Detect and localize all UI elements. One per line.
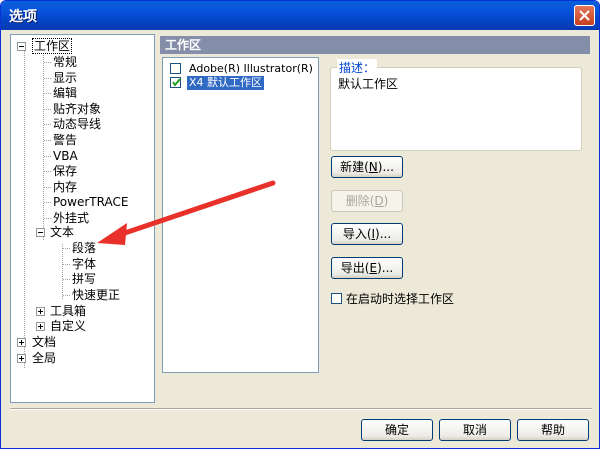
startup-checkbox-label: 在启动时选择工作区 xyxy=(346,292,455,306)
tree-item[interactable]: 常规 xyxy=(44,54,78,70)
tree-connector xyxy=(44,218,51,219)
expand-icon[interactable] xyxy=(36,322,45,331)
tree-item-label: 全局 xyxy=(32,351,57,365)
tree-connector xyxy=(44,202,51,204)
export-button[interactable]: 导出(E)... xyxy=(331,257,403,279)
tree-item[interactable]: 贴齐对象 xyxy=(44,101,102,117)
tree-item[interactable]: 保存 xyxy=(44,163,78,179)
tree-connector xyxy=(63,263,70,265)
expand-icon[interactable] xyxy=(17,354,26,363)
tree-connector xyxy=(44,124,51,126)
tree-item[interactable]: 拼写 xyxy=(63,271,97,287)
tree-connector xyxy=(62,244,63,299)
options-dialog: 选项 工作区 常规 显示 编辑 贴齐对象 动态导线 警告 VBA 保存 内存 PowerTRACE… xyxy=(0,0,600,449)
tree-item-label: 文档 xyxy=(32,335,57,349)
description-label: 描述： xyxy=(337,59,378,76)
close-icon xyxy=(579,10,590,21)
tree-item[interactable]: 快速更正 xyxy=(63,287,121,303)
tree-item-label: 警告 xyxy=(53,133,78,147)
checkmark-icon xyxy=(172,78,181,87)
tree-item[interactable]: 内存 xyxy=(44,179,78,195)
tree-item[interactable]: 警告 xyxy=(44,132,78,148)
tree-item-label: 内存 xyxy=(53,179,78,194)
tree-connector xyxy=(43,55,44,240)
tree-item-label: 外挂式 xyxy=(53,211,90,225)
window-title: 选项 xyxy=(9,9,37,25)
tree-connector xyxy=(44,155,51,157)
tree-item-label: VBA xyxy=(53,148,78,163)
tree-item-label: 自定义 xyxy=(50,319,87,333)
tree-connector xyxy=(44,77,51,79)
collapse-icon[interactable] xyxy=(17,42,26,51)
tree-item[interactable]: VBA xyxy=(44,148,78,164)
tree-item-label: 保存 xyxy=(53,164,78,179)
tree-item-label: 动态导线 xyxy=(53,117,102,132)
tree-connector xyxy=(44,62,51,63)
tree-item-label: 工具箱 xyxy=(50,304,87,318)
ok-button[interactable]: 确定 xyxy=(361,419,433,441)
tree-item[interactable]: 字体 xyxy=(63,256,97,272)
close-button[interactable] xyxy=(574,5,595,26)
tree-item[interactable]: 动态导线 xyxy=(44,116,102,132)
help-button[interactable]: 帮助 xyxy=(517,419,589,441)
workspace-checkbox[interactable] xyxy=(170,77,181,88)
startup-checkbox[interactable] xyxy=(331,293,342,304)
collapse-icon[interactable] xyxy=(36,228,45,237)
new-button[interactable]: 新建(N)... xyxy=(331,156,403,178)
tree-item[interactable]: 段落 xyxy=(63,240,97,256)
tree-connector xyxy=(63,279,70,281)
tree-item-label: PowerTRACE xyxy=(53,195,129,210)
workspace-label: Adobe(R) Illustrator(R) xyxy=(189,62,313,75)
tree-connector xyxy=(44,108,51,110)
panel-header: 工作区 xyxy=(160,36,590,54)
category-tree[interactable]: 工作区 常规 显示 编辑 贴齐对象 动态导线 警告 VBA 保存 内存 PowerTRACE 外挂式… xyxy=(10,34,155,403)
tree-item-label: 文本 xyxy=(50,225,75,239)
cancel-button[interactable]: 取消 xyxy=(439,419,511,441)
tree-connector xyxy=(44,140,51,141)
description-text: 默认工作区 xyxy=(338,77,399,91)
tree-connector xyxy=(44,186,51,188)
delete-button[interactable]: 删除(D) xyxy=(331,190,403,212)
expand-icon[interactable] xyxy=(17,338,26,347)
tree-item[interactable]: 编辑 xyxy=(44,85,78,101)
tree-item-label: 贴齐对象 xyxy=(53,101,102,116)
tree-connector xyxy=(44,171,51,173)
import-button[interactable]: 导入(I)... xyxy=(331,223,403,245)
workspace-label: X4 默认工作区 xyxy=(187,76,265,90)
tree-item-label: 显示 xyxy=(53,70,78,85)
tree-item[interactable]: 显示 xyxy=(44,70,78,86)
tree-connector xyxy=(63,294,70,296)
tree-item-label: 快速更正 xyxy=(72,287,121,302)
title-bar[interactable]: 选项 xyxy=(1,1,599,30)
workspace-list[interactable]: Adobe(R) Illustrator(R) X4 默认工作区 xyxy=(162,57,319,373)
tree-connector xyxy=(44,93,51,95)
tree-item-label: 常规 xyxy=(53,55,78,69)
tree-item-label: 工作区 xyxy=(32,38,73,54)
tree-item-label: 字体 xyxy=(72,256,97,271)
tree-item-label: 编辑 xyxy=(53,86,78,101)
tree-connector xyxy=(24,50,25,368)
workspace-checkbox[interactable] xyxy=(170,63,181,74)
separator xyxy=(10,408,592,410)
tree-item-label: 段落 xyxy=(72,241,97,255)
tree-item[interactable]: PowerTRACE xyxy=(44,194,129,210)
expand-icon[interactable] xyxy=(36,307,45,316)
tree-connector xyxy=(63,248,70,249)
tree-item-label: 拼写 xyxy=(72,272,97,287)
